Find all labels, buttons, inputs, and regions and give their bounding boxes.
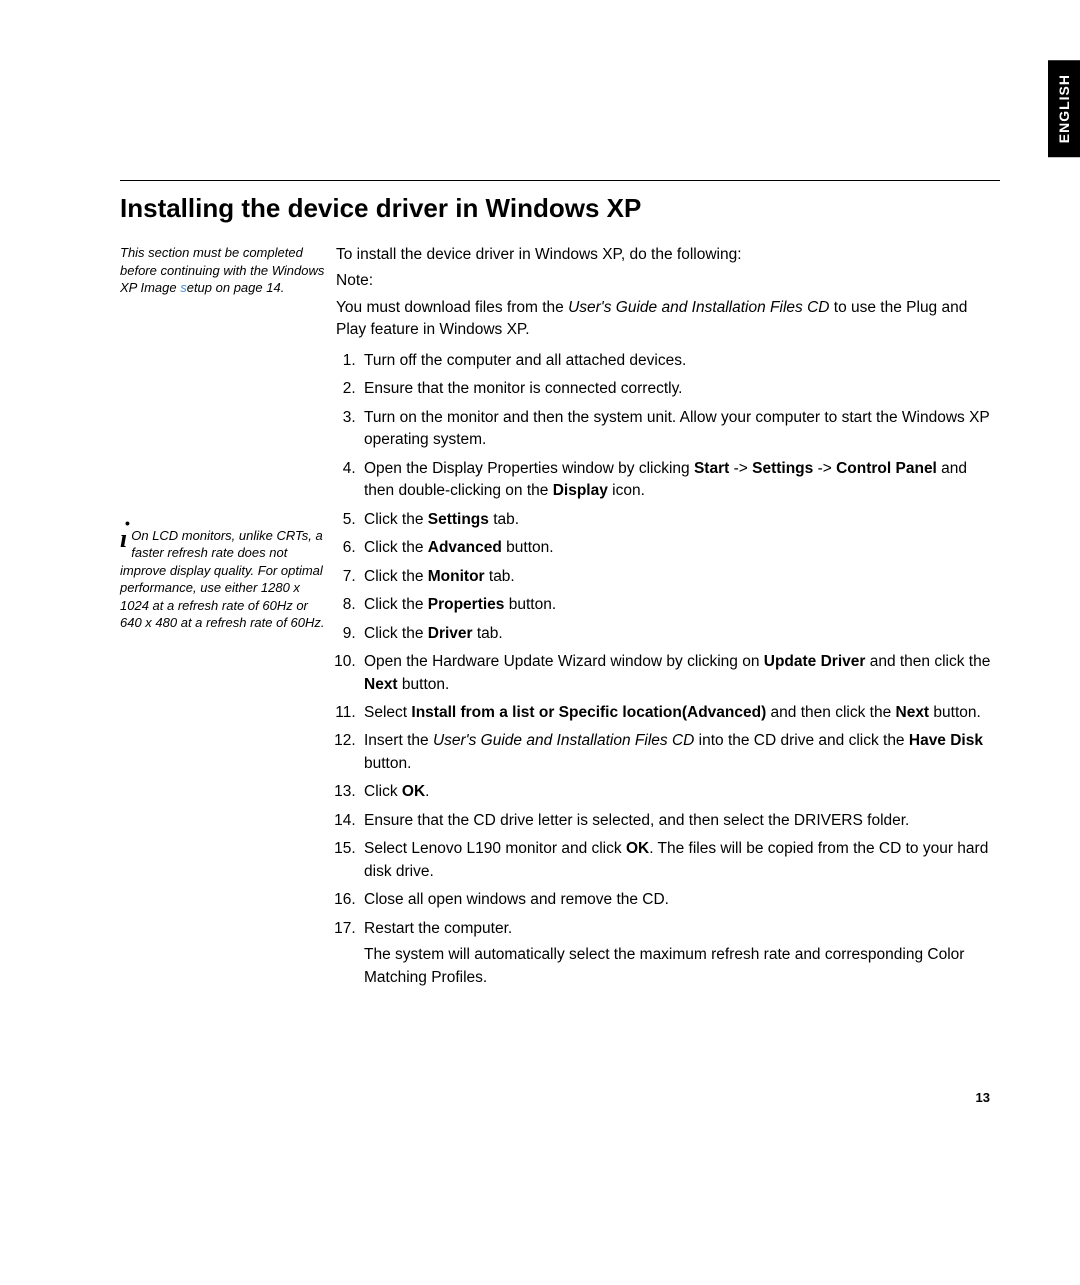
- t: tab.: [489, 511, 519, 528]
- t: Restart the computer.: [364, 920, 512, 937]
- intro-block: To install the device driver in Windows …: [336, 244, 1000, 342]
- t: Insert the: [364, 732, 433, 749]
- step-8: Click the Properties button.: [360, 594, 1000, 616]
- page-number: 13: [976, 1090, 990, 1105]
- t: icon.: [608, 482, 645, 499]
- intro-line1: To install the device driver in Windows …: [336, 244, 1000, 266]
- intro-note-text: You must download files from the User's …: [336, 297, 1000, 342]
- step-5: Click the Settings tab.: [360, 509, 1000, 531]
- t: Click the: [364, 539, 428, 556]
- t: User's Guide and Installation Files CD: [433, 732, 694, 749]
- divider: [120, 180, 1000, 181]
- t: OK: [402, 783, 425, 800]
- t: Advanced: [428, 539, 502, 556]
- step-11: Select Install from a list or Specific l…: [360, 702, 1000, 724]
- side-column: This section must be completed before co…: [120, 244, 336, 632]
- step-17-sub: The system will automatically select the…: [364, 944, 1000, 989]
- side-note-post: etup on page 14.: [187, 280, 285, 295]
- tip-text: On LCD monitors, unlike CRTs, a faster r…: [120, 528, 325, 631]
- side-note-top: This section must be completed before co…: [120, 244, 330, 297]
- t: button.: [504, 596, 556, 613]
- steps-list: Turn off the computer and all attached d…: [336, 350, 1000, 989]
- t: Select: [364, 704, 411, 721]
- page-title: Installing the device driver in Windows …: [120, 193, 1000, 224]
- t: Have Disk: [909, 732, 983, 749]
- step-9: Click the Driver tab.: [360, 623, 1000, 645]
- info-icon: ı: [120, 527, 127, 550]
- main-column: To install the device driver in Windows …: [336, 244, 1000, 995]
- t: Update Driver: [764, 653, 866, 670]
- language-tab: ENGLISH: [1048, 60, 1080, 157]
- t: and then click the: [766, 704, 895, 721]
- step-3: Turn on the monitor and then the system …: [360, 407, 1000, 452]
- intro-pre: You must download files from the: [336, 299, 568, 316]
- t: Install from a list or Specific location…: [411, 704, 766, 721]
- step-13: Click OK.: [360, 781, 1000, 803]
- intro-note-label: Note:: [336, 270, 1000, 292]
- t: Next: [896, 704, 930, 721]
- side-note-tip: ı On LCD monitors, unlike CRTs, a faster…: [120, 527, 330, 632]
- step-14: Ensure that the CD drive letter is selec…: [360, 810, 1000, 832]
- step-15: Select Lenovo L190 monitor and click OK.…: [360, 838, 1000, 883]
- step-6: Click the Advanced button.: [360, 537, 1000, 559]
- t: OK: [626, 840, 649, 857]
- t: .: [425, 783, 429, 800]
- t: tab.: [485, 568, 515, 585]
- intro-em: User's Guide and Installation Files CD: [568, 299, 829, 316]
- t: Click the: [364, 511, 428, 528]
- t: tab.: [473, 625, 503, 642]
- t: Settings: [428, 511, 489, 528]
- t: ->: [813, 460, 836, 477]
- t: Open the Display Properties window by cl…: [364, 460, 694, 477]
- t: Open the Hardware Update Wizard window b…: [364, 653, 764, 670]
- t: Click the: [364, 596, 428, 613]
- step-7: Click the Monitor tab.: [360, 566, 1000, 588]
- t: ->: [729, 460, 752, 477]
- t: button.: [502, 539, 554, 556]
- t: button.: [398, 676, 450, 693]
- t: button.: [929, 704, 981, 721]
- t: Control Panel: [836, 460, 937, 477]
- step-12: Insert the User's Guide and Installation…: [360, 730, 1000, 775]
- step-10: Open the Hardware Update Wizard window b…: [360, 651, 1000, 696]
- step-17: Restart the computer. The system will au…: [360, 918, 1000, 989]
- t: Settings: [752, 460, 813, 477]
- t: Monitor: [428, 568, 485, 585]
- t: and then click the: [865, 653, 990, 670]
- step-2: Ensure that the monitor is connected cor…: [360, 378, 1000, 400]
- t: into the CD drive and click the: [694, 732, 909, 749]
- t: Click the: [364, 568, 428, 585]
- t: Click: [364, 783, 402, 800]
- t: Display: [553, 482, 608, 499]
- t: Driver: [428, 625, 473, 642]
- t: Select Lenovo L190 monitor and click: [364, 840, 626, 857]
- t: Next: [364, 676, 398, 693]
- t: Properties: [428, 596, 505, 613]
- step-1: Turn off the computer and all attached d…: [360, 350, 1000, 372]
- t: Click the: [364, 625, 428, 642]
- t: Start: [694, 460, 729, 477]
- two-column-layout: This section must be completed before co…: [120, 244, 1000, 995]
- step-4: Open the Display Properties window by cl…: [360, 458, 1000, 503]
- t: button.: [364, 755, 411, 772]
- step-16: Close all open windows and remove the CD…: [360, 889, 1000, 911]
